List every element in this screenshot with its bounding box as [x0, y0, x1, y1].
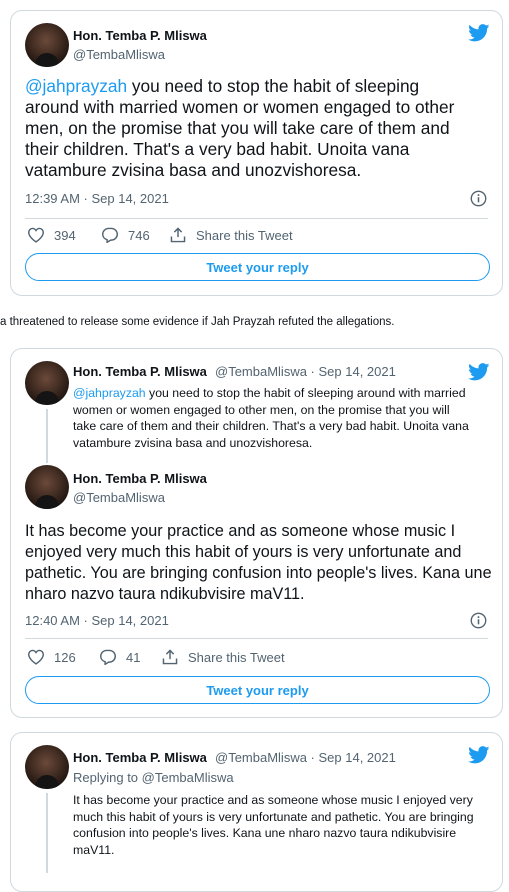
twitter-bird-icon[interactable] — [468, 363, 490, 381]
avatar[interactable] — [25, 465, 69, 509]
heart-icon — [27, 649, 45, 665]
divider — [25, 638, 488, 639]
thread-line — [46, 793, 48, 873]
thread-line — [46, 409, 48, 463]
author-meta[interactable]: @TembaMliswa · Sep 14, 2021 — [215, 750, 396, 765]
mention-link[interactable]: @jahprayzah — [25, 76, 127, 96]
author-name[interactable]: Hon. Temba P. Mliswa — [73, 28, 207, 43]
share-label: Share this Tweet — [196, 227, 293, 243]
reply-icon — [101, 227, 119, 243]
twitter-bird-icon[interactable] — [468, 24, 490, 42]
reply-count: 41 — [126, 649, 141, 665]
article-caption: a threatened to release some evidence if… — [0, 316, 395, 328]
share-action[interactable]: Share this Tweet — [169, 227, 293, 243]
tweet-text: It has become your practice and as someo… — [73, 793, 474, 857]
like-count: 394 — [54, 227, 76, 243]
reply-action[interactable]: 41 — [99, 649, 140, 665]
avatar[interactable] — [25, 23, 69, 67]
author-name[interactable]: Hon. Temba P. Mliswa — [73, 750, 207, 765]
quoted-author-name[interactable]: Hon. Temba P. Mliswa — [73, 364, 207, 379]
tweet-card-1: Hon. Temba P. Mliswa @TembaMliswa @jahpr… — [10, 10, 503, 296]
reply-action[interactable]: 746 — [101, 227, 150, 243]
like-count: 126 — [54, 649, 76, 665]
like-action[interactable]: 126 — [27, 649, 76, 665]
share-label: Share this Tweet — [188, 649, 285, 665]
quoted-tweet-text: @jahprayzah you need to stop the habit o… — [73, 386, 469, 450]
share-action[interactable]: Share this Tweet — [161, 649, 285, 665]
replying-to[interactable]: Replying to @TembaMliswa — [73, 770, 234, 785]
info-icon[interactable] — [470, 612, 487, 629]
share-icon — [162, 649, 178, 665]
author-name[interactable]: Hon. Temba P. Mliswa — [73, 471, 207, 486]
heart-icon — [27, 227, 45, 243]
tweet-card-2: Hon. Temba P. Mliswa @TembaMliswa · Sep … — [10, 348, 503, 718]
quoted-meta[interactable]: @TembaMliswa · Sep 14, 2021 — [215, 364, 396, 379]
timestamp[interactable]: 12:40 AM · Sep 14, 2021 — [25, 613, 169, 628]
author-handle[interactable]: @TembaMliswa — [73, 47, 165, 62]
avatar[interactable] — [25, 745, 69, 789]
tweet-text: It has become your practice and as someo… — [25, 522, 492, 603]
divider — [25, 218, 488, 219]
tweet-your-reply-button[interactable]: Tweet your reply — [25, 253, 490, 281]
info-icon[interactable] — [470, 190, 487, 207]
timestamp[interactable]: 12:39 AM · Sep 14, 2021 — [25, 191, 169, 206]
tweet-text: @jahprayzah you need to stop the habit o… — [25, 76, 455, 180]
tweet-your-reply-button[interactable]: Tweet your reply — [25, 676, 490, 704]
like-action[interactable]: 394 — [27, 227, 76, 243]
share-icon — [170, 227, 186, 243]
reply-count: 746 — [128, 227, 150, 243]
tweet-card-3: Hon. Temba P. Mliswa @TembaMliswa · Sep … — [10, 732, 503, 892]
reply-icon — [99, 649, 117, 665]
author-handle[interactable]: @TembaMliswa — [73, 490, 165, 505]
quoted-avatar[interactable] — [25, 361, 69, 405]
mention-link[interactable]: @jahprayzah — [73, 386, 146, 400]
twitter-bird-icon[interactable] — [468, 746, 490, 764]
